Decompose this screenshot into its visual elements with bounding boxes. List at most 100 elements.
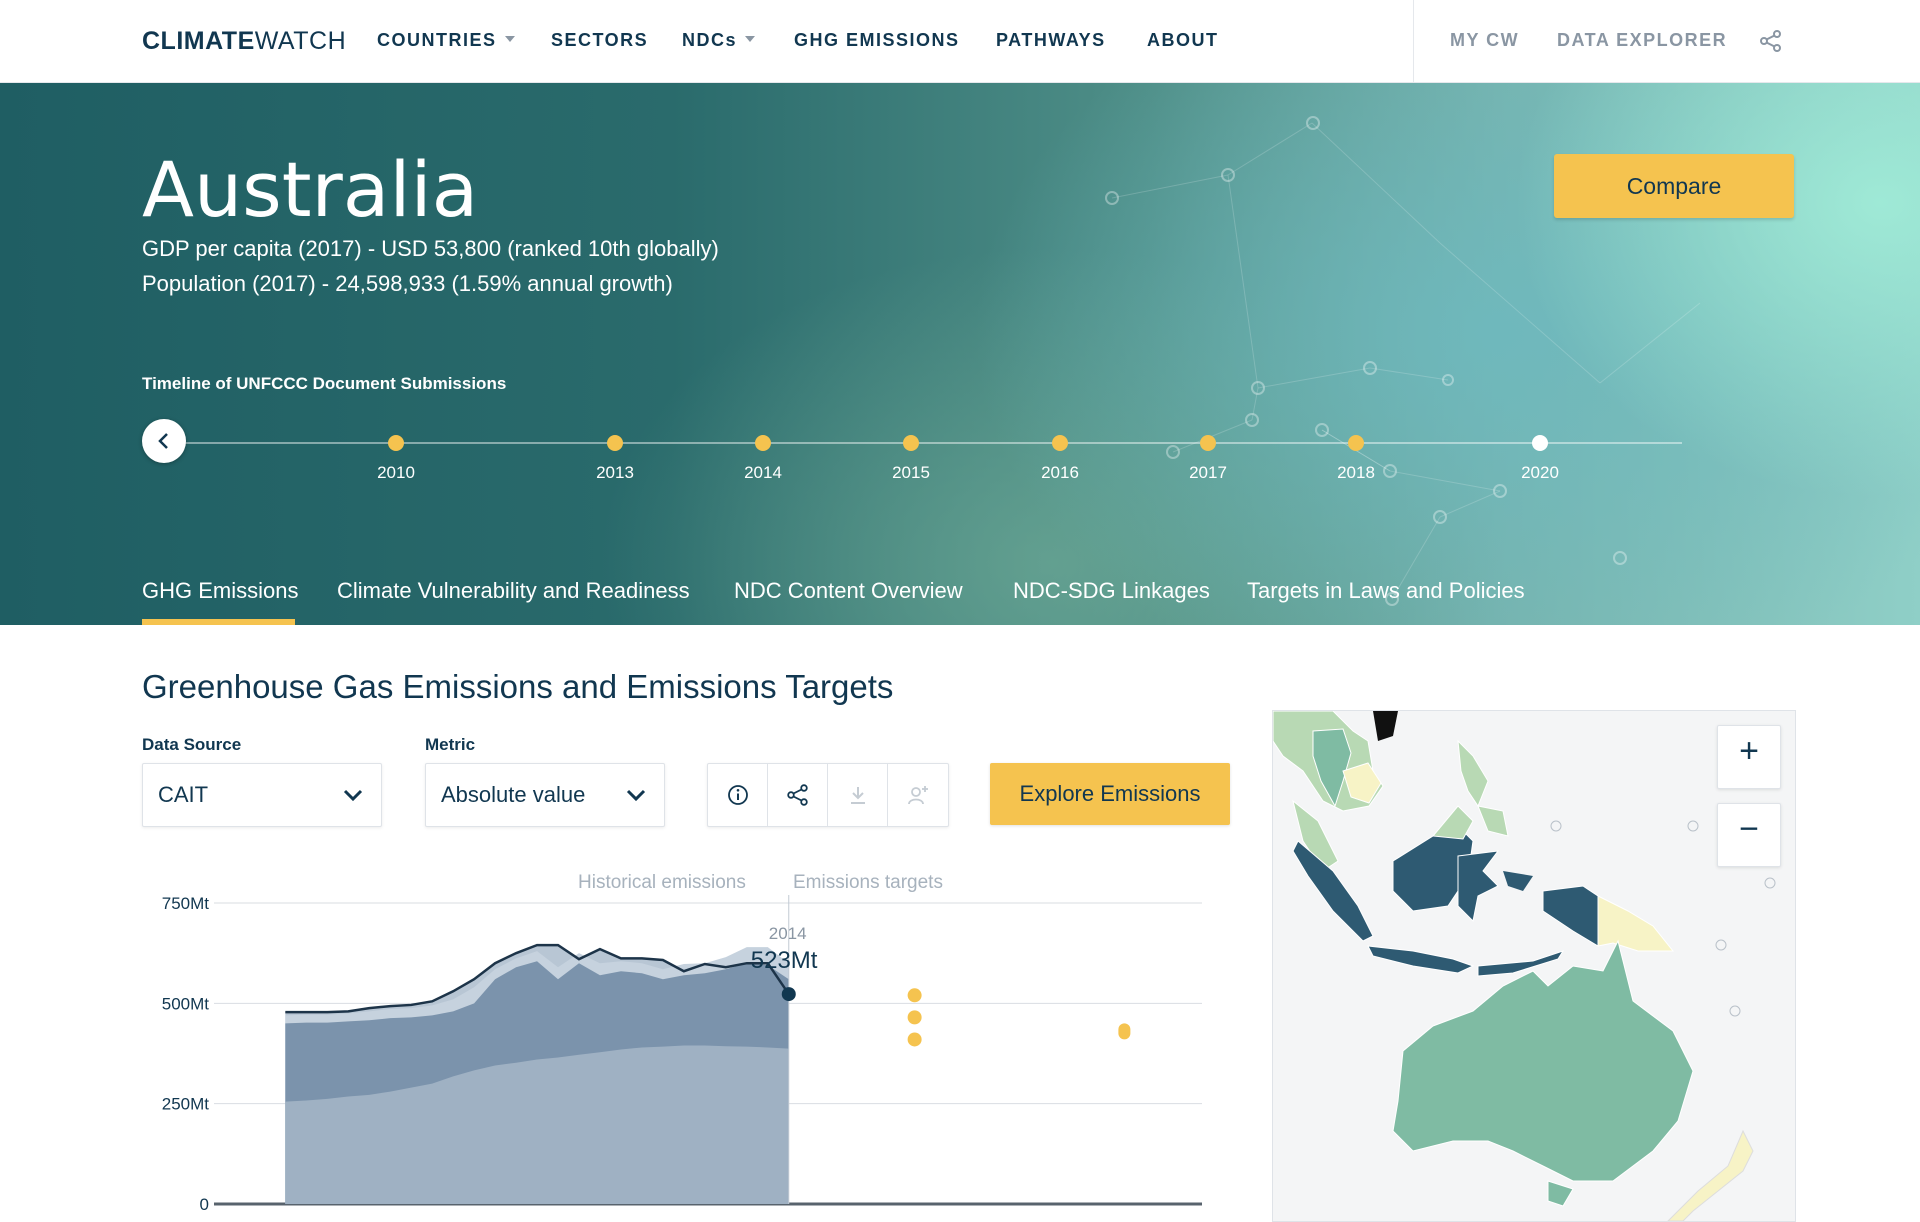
tab-targets-laws-policies[interactable]: Targets in Laws and Policies	[1247, 578, 1525, 604]
data-source-value: CAIT	[158, 782, 209, 807]
zoom-in-button[interactable]: +	[1717, 725, 1781, 789]
timeline-back-button[interactable]	[142, 419, 186, 463]
plus-icon: +	[1739, 732, 1759, 770]
share-button[interactable]	[768, 764, 828, 826]
info-button[interactable]	[708, 764, 768, 826]
timeline-year: 2014	[744, 463, 782, 482]
timeline-year: 2020	[1521, 463, 1559, 482]
chevron-down-icon	[745, 36, 756, 43]
nav-data-explorer[interactable]: DATA EXPLORER	[1557, 30, 1727, 51]
nav-sectors-label: SECTORS	[551, 30, 649, 50]
timeline-title: Timeline of UNFCCC Document Submissions	[142, 374, 507, 393]
nav-countries-label: COUNTRIES	[377, 30, 497, 50]
timeline-track	[180, 442, 1682, 444]
add-user-icon	[908, 786, 928, 805]
timeline-dot-2013[interactable]	[607, 435, 623, 451]
nav-countries[interactable]: COUNTRIES	[377, 30, 515, 51]
timeline-dot-2014[interactable]	[755, 435, 771, 451]
tooltip-value: 523Mt	[751, 947, 818, 974]
target-marker	[907, 988, 922, 1003]
nav-about-label: ABOUT	[1147, 30, 1219, 50]
nav-ndcs[interactable]: NDCs	[682, 30, 756, 51]
minus-icon: −	[1739, 810, 1759, 848]
region-map[interactable]: + −	[1272, 710, 1796, 1222]
add-to-mycw-button[interactable]	[888, 764, 947, 826]
metric-select[interactable]: Absolute value	[425, 763, 665, 827]
country-hero: Australia GDP per capita (2017) - USD 53…	[0, 83, 1920, 625]
map-region-tasmania[interactable]	[1547, 1180, 1574, 1207]
nav-data-explorer-label: DATA EXPLORER	[1557, 30, 1728, 50]
nav-ndcs-label: NDCs	[682, 30, 738, 50]
data-source-select[interactable]: CAIT	[142, 763, 382, 827]
y-tick-label: 750Mt	[162, 894, 210, 913]
chevron-down-icon	[343, 789, 363, 802]
map-region-lesser-sunda[interactable]	[1477, 950, 1565, 977]
timeline-dot-2020-selected[interactable]	[1532, 435, 1548, 451]
timeline-year: 2017	[1189, 463, 1227, 482]
target-marker	[1118, 1023, 1131, 1040]
timeline-year: 2016	[1041, 463, 1079, 482]
map-region-papua-new-guinea[interactable]	[1597, 895, 1675, 952]
metric-value: Absolute value	[441, 782, 586, 807]
hover-point	[781, 987, 796, 1002]
chevron-down-icon	[626, 789, 646, 802]
y-tick-label: 0	[200, 1195, 209, 1214]
timeline-dot-2016[interactable]	[1052, 435, 1068, 451]
timeline-dot-2010[interactable]	[388, 435, 404, 451]
zoom-out-button[interactable]: −	[1717, 803, 1781, 867]
logo-bold-text: CLIMATE	[142, 27, 255, 55]
map-region-new-zealand[interactable]	[1667, 1129, 1754, 1221]
info-icon	[728, 785, 748, 805]
map-region-java[interactable]	[1367, 945, 1475, 974]
map-region-west-papua[interactable]	[1542, 885, 1599, 947]
share-icon[interactable]	[1758, 28, 1784, 54]
download-button[interactable]	[828, 764, 888, 826]
timeline-year: 2018	[1337, 463, 1375, 482]
gdp-stat: GDP per capita (2017) - USD 53,800 (rank…	[142, 236, 719, 261]
population-stat: Population (2017) - 24,598,933 (1.59% an…	[142, 271, 673, 296]
map-region-philippines[interactable]	[1457, 739, 1489, 808]
timeline-year: 2015	[892, 463, 930, 482]
chevron-down-icon	[504, 36, 515, 43]
timeline-dot-2015[interactable]	[903, 435, 919, 451]
map-region-sabah[interactable]	[1432, 805, 1474, 840]
tab-ndc-sdg-linkages[interactable]: NDC-SDG Linkages	[1013, 578, 1210, 604]
active-tab-indicator	[142, 619, 295, 625]
tab-ghg-emissions[interactable]: GHG Emissions	[142, 578, 298, 604]
nav-pathways[interactable]: PATHWAYS	[996, 30, 1106, 51]
share-icon	[787, 784, 808, 806]
nav-my-cw-label: MY CW	[1450, 30, 1520, 50]
nav-sectors[interactable]: SECTORS	[551, 30, 648, 51]
nav-ghg-emissions[interactable]: GHG EMISSIONS	[794, 30, 960, 51]
chart-actions-group	[707, 763, 949, 827]
download-icon	[851, 787, 865, 804]
map-region-dark[interactable]	[1373, 711, 1398, 741]
climatewatch-logo[interactable]: CLIMATEWATCH	[142, 27, 346, 56]
y-tick-label: 500Mt	[162, 994, 210, 1013]
chevron-left-icon	[158, 433, 168, 449]
tab-ndc-content-overview[interactable]: NDC Content Overview	[734, 578, 963, 604]
timeline-dot-2017[interactable]	[1200, 435, 1216, 451]
map-region-mindanao[interactable]	[1477, 805, 1509, 837]
emissions-area-chart: 750Mt 500Mt 250Mt 0 2014 523Mt	[162, 894, 1202, 1214]
nav-about[interactable]: ABOUT	[1147, 30, 1219, 51]
nav-ghg-label: GHG EMISSIONS	[794, 30, 960, 50]
tooltip-year: 2014	[769, 924, 807, 943]
compare-button[interactable]: Compare	[1554, 154, 1794, 218]
map-region-maluku[interactable]	[1503, 871, 1533, 891]
metric-label: Metric	[425, 735, 476, 754]
explore-emissions-button[interactable]: Explore Emissions	[990, 763, 1230, 825]
nav-my-cw[interactable]: MY CW	[1450, 30, 1519, 51]
map-region-australia[interactable]	[1392, 939, 1694, 1182]
target-marker	[907, 1010, 922, 1025]
header-divider	[1413, 0, 1414, 82]
logo-light-text: WATCH	[254, 27, 347, 55]
nav-pathways-label: PATHWAYS	[996, 30, 1106, 50]
y-tick-label: 250Mt	[162, 1095, 210, 1114]
timeline-dot-2018[interactable]	[1348, 435, 1364, 451]
data-source-label: Data Source	[142, 735, 242, 754]
tab-climate-vulnerability[interactable]: Climate Vulnerability and Readiness	[337, 578, 690, 604]
top-navigation-bar: CLIMATEWATCH COUNTRIES SECTORS NDCs GHG …	[0, 0, 1920, 83]
map-region-sulawesi[interactable]	[1457, 850, 1500, 923]
country-title: Australia	[142, 145, 479, 234]
